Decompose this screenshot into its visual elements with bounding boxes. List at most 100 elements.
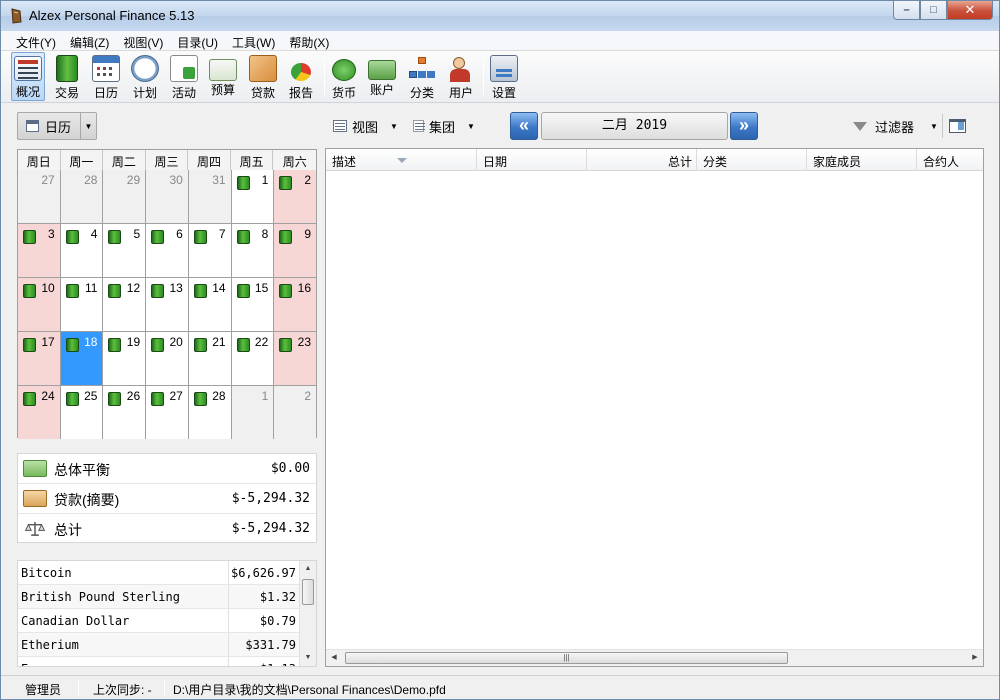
currency-row[interactable]: Etherium $331.79: [18, 633, 300, 657]
calendar-day[interactable]: 24: [18, 386, 60, 439]
currency-vertical-scrollbar[interactable]: ▲ ▼: [299, 561, 316, 666]
column-description[interactable]: 描述: [326, 149, 477, 171]
scroll-down-icon[interactable]: ▼: [300, 650, 316, 666]
calendar-day[interactable]: 31: [188, 170, 231, 223]
calendar-day[interactable]: 13: [146, 278, 188, 331]
accounts-money-icon: [368, 60, 396, 80]
filter-button[interactable]: 过滤器 ▼: [853, 114, 938, 138]
group-menu-button[interactable]: 集团 ▼: [413, 114, 475, 138]
calendar-day[interactable]: 19: [103, 332, 146, 385]
column-family-member[interactable]: 家庭成员: [807, 149, 917, 171]
calendar-day[interactable]: 29: [103, 170, 146, 223]
menu-help[interactable]: 帮助(X): [282, 31, 336, 50]
close-button[interactable]: ✕: [947, 1, 993, 20]
scroll-right-icon[interactable]: ▶: [967, 650, 983, 666]
menu-edit[interactable]: 编辑(Z): [63, 31, 116, 50]
calendar-view-button[interactable]: 日历 ▼: [17, 112, 97, 140]
currency-row[interactable]: E... $1.13: [18, 657, 300, 666]
toolbar-calendar-button[interactable]: 日历: [89, 52, 123, 101]
toolbar-loans-button[interactable]: 贷款: [246, 52, 280, 101]
toolbar-categories-button[interactable]: 分类: [405, 52, 439, 101]
panel-toggle-icon[interactable]: [949, 119, 966, 133]
calendar-day[interactable]: 5: [103, 224, 146, 277]
calendar-day[interactable]: 9: [274, 224, 316, 277]
calendar-day[interactable]: 4: [60, 224, 103, 277]
calendar-day[interactable]: 23: [274, 332, 316, 385]
balance-row[interactable]: 贷款(摘要) $-5,294.32: [18, 484, 316, 514]
calendar-day[interactable]: 6: [146, 224, 188, 277]
next-month-button[interactable]: »: [730, 112, 758, 140]
calendar-day[interactable]: 12: [103, 278, 146, 331]
calendar-day[interactable]: 1: [231, 386, 274, 439]
calendar-day[interactable]: 7: [188, 224, 231, 277]
previous-month-button[interactable]: «: [510, 112, 538, 140]
scale-icon: [24, 521, 46, 536]
balance-row[interactable]: 总计 $-5,294.32: [18, 514, 316, 544]
toolbar-settings-button[interactable]: 设置: [487, 52, 521, 101]
calendar-day[interactable]: 27: [146, 386, 188, 439]
calendar-day[interactable]: 14: [188, 278, 231, 331]
toolbar-currencies-button[interactable]: 货币: [328, 52, 360, 101]
toolbar-budget-button[interactable]: 预算: [206, 52, 240, 101]
column-total[interactable]: 总计: [587, 149, 697, 171]
toolbar-scheduler-button[interactable]: 计划: [128, 52, 162, 101]
minimize-button[interactable]: –: [893, 1, 920, 20]
calendar-day[interactable]: 22: [231, 332, 274, 385]
currency-name: Canadian Dollar: [21, 614, 130, 628]
current-month-display[interactable]: 二月 2019: [541, 112, 728, 140]
calendar-day[interactable]: 2: [274, 170, 316, 223]
title-bar[interactable]: Alzex Personal Finance 5.13 – □ ✕: [1, 1, 999, 31]
transaction-book-icon: [193, 392, 207, 406]
transaction-book-icon: [65, 284, 79, 298]
calendar-day[interactable]: 28: [60, 170, 103, 223]
calendar-view-dropdown[interactable]: ▼: [80, 113, 96, 139]
status-bar: 管理员 上次同步: - D:\用户目录\我的文档\Personal Financ…: [1, 675, 999, 699]
calendar-day[interactable]: 30: [146, 170, 188, 223]
scroll-up-icon[interactable]: ▲: [300, 561, 316, 577]
toolbar-users-button[interactable]: 用户: [444, 52, 478, 101]
calendar-day[interactable]: 11: [60, 278, 103, 331]
menu-catalog[interactable]: 目录(U): [170, 31, 225, 50]
maximize-button[interactable]: □: [920, 1, 947, 20]
calendar-day-selected[interactable]: 18: [60, 332, 103, 385]
transaction-book-icon: [236, 176, 250, 190]
calendar-day[interactable]: 15: [231, 278, 274, 331]
toolbar-label: 活动: [171, 86, 196, 100]
calendar-day[interactable]: 20: [146, 332, 188, 385]
currency-row[interactable]: British Pound Sterling $1.32: [18, 585, 300, 609]
toolbar-reports-button[interactable]: 报告: [284, 52, 318, 101]
calendar-day[interactable]: 2: [274, 386, 316, 439]
scroll-left-icon[interactable]: ◀: [326, 650, 342, 666]
toolbar-label: 分类: [409, 86, 434, 100]
currency-row[interactable]: Bitcoin $6,626.97: [18, 561, 300, 585]
currency-row[interactable]: Canadian Dollar $0.79: [18, 609, 300, 633]
balance-row[interactable]: 总体平衡 $0.00: [18, 454, 316, 484]
calendar-day[interactable]: 28: [188, 386, 231, 439]
view-menu-button[interactable]: 视图 ▼: [333, 114, 398, 138]
calendar-day[interactable]: 25: [60, 386, 103, 439]
calendar-day[interactable]: 16: [274, 278, 316, 331]
calendar-day[interactable]: 17: [18, 332, 60, 385]
menu-tools[interactable]: 工具(W): [225, 31, 282, 50]
calendar-day[interactable]: 26: [103, 386, 146, 439]
column-category[interactable]: 分类: [697, 149, 807, 171]
toolbar-accounts-button[interactable]: 账户: [365, 52, 399, 101]
menu-file[interactable]: 文件(Y): [9, 31, 63, 50]
transaction-book-icon: [193, 338, 207, 352]
menu-view[interactable]: 视图(V): [116, 31, 170, 50]
calendar-day[interactable]: 8: [231, 224, 274, 277]
column-date[interactable]: 日期: [477, 149, 587, 171]
toolbar-activity-button[interactable]: 活动: [167, 52, 201, 101]
column-contractor[interactable]: 合约人: [917, 149, 983, 171]
scroll-thumb[interactable]: [302, 579, 314, 605]
calendar-day[interactable]: 1: [231, 170, 274, 223]
calendar-day[interactable]: 10: [18, 278, 60, 331]
status-separator: [164, 680, 165, 696]
toolbar-transactions-button[interactable]: 交易: [51, 52, 83, 101]
calendar-day[interactable]: 3: [18, 224, 60, 277]
calendar-day[interactable]: 21: [188, 332, 231, 385]
table-horizontal-scrollbar[interactable]: ◀ ||| ▶: [326, 649, 983, 666]
scroll-thumb[interactable]: |||: [345, 652, 788, 664]
toolbar-overview-button[interactable]: 概况: [11, 52, 45, 101]
calendar-day[interactable]: 27: [18, 170, 60, 223]
